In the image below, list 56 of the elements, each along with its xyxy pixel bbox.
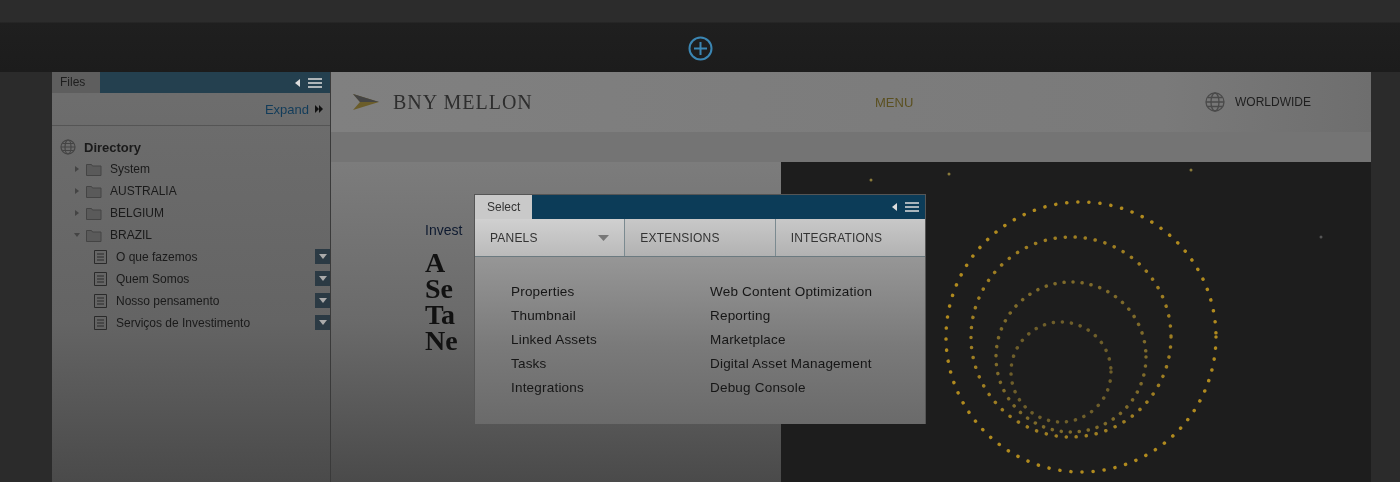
tree-item[interactable]: Nosso pensamento	[116, 294, 220, 308]
folder-icon	[86, 162, 102, 176]
menu-icon[interactable]	[905, 202, 919, 212]
panel-tab[interactable]: INTEGRATIONS	[775, 219, 925, 256]
page-icon	[94, 316, 107, 330]
menu-item[interactable]: Thumbnail	[511, 307, 710, 325]
logo-text[interactable]: BNY MELLON	[393, 90, 833, 114]
tree-item[interactable]: O que fazemos	[116, 250, 198, 264]
region-link[interactable]: WORLDWIDE	[1235, 95, 1311, 109]
kicker-text: Invest	[425, 222, 464, 238]
menu-item[interactable]: Linked Assets	[511, 331, 710, 349]
expand-icon[interactable]	[315, 105, 324, 113]
logo-icon	[353, 94, 379, 110]
panel-tab[interactable]: PANELS	[475, 219, 626, 256]
caret-icon	[318, 320, 327, 325]
globe-icon	[60, 139, 76, 155]
caret-icon	[318, 298, 327, 303]
menu-item[interactable]: Digital Asset Management	[710, 355, 873, 373]
menu-item[interactable]: Properties	[511, 283, 710, 301]
folder-icon	[86, 228, 102, 242]
dropdown-button[interactable]	[315, 271, 330, 286]
menu-icon[interactable]	[308, 77, 322, 88]
collapse-icon[interactable]	[295, 78, 300, 87]
tree-item[interactable]: Directory	[84, 139, 142, 155]
tree-item[interactable]: Serviços de Investimento	[116, 316, 251, 330]
caret-icon	[598, 234, 610, 241]
caret-icon	[318, 276, 327, 281]
dropdown-button[interactable]	[315, 315, 330, 330]
caret-icon	[318, 254, 327, 259]
tree-item[interactable]: AUSTRALIA	[110, 184, 177, 198]
headline: A Se Ta Ne	[425, 250, 459, 354]
globe-icon	[1205, 92, 1225, 112]
tree-item[interactable]: BELGIUM	[110, 206, 164, 220]
panel-tab[interactable]: Files	[52, 72, 100, 93]
tree-item[interactable]: Quem Somos	[116, 272, 190, 286]
menu-item[interactable]: Reporting	[710, 307, 873, 325]
page-icon	[94, 294, 107, 308]
select-tab[interactable]: Select	[475, 195, 533, 219]
add-icon[interactable]	[688, 36, 713, 61]
expand-link[interactable]: Expand	[264, 101, 309, 117]
tree-item[interactable]: BRAZIL	[110, 228, 152, 242]
page-icon	[94, 250, 107, 264]
dropdown-button[interactable]	[315, 293, 330, 308]
menu-link[interactable]: MENU	[875, 94, 1205, 110]
menu-item[interactable]: Integrations	[511, 379, 710, 397]
menu-item[interactable]: Tasks	[511, 355, 710, 373]
menu-item[interactable]: Marketplace	[710, 331, 873, 349]
page-icon	[94, 272, 107, 286]
folder-icon	[86, 184, 102, 198]
tree-item[interactable]: System	[110, 162, 150, 176]
collapse-icon[interactable]	[892, 203, 897, 211]
menu-item[interactable]: Web Content Optimization	[710, 283, 873, 301]
panel-tab[interactable]: EXTENSIONS	[625, 219, 776, 256]
folder-icon	[86, 206, 102, 220]
menu-item[interactable]: Debug Console	[710, 379, 873, 397]
dropdown-button[interactable]	[315, 249, 330, 264]
